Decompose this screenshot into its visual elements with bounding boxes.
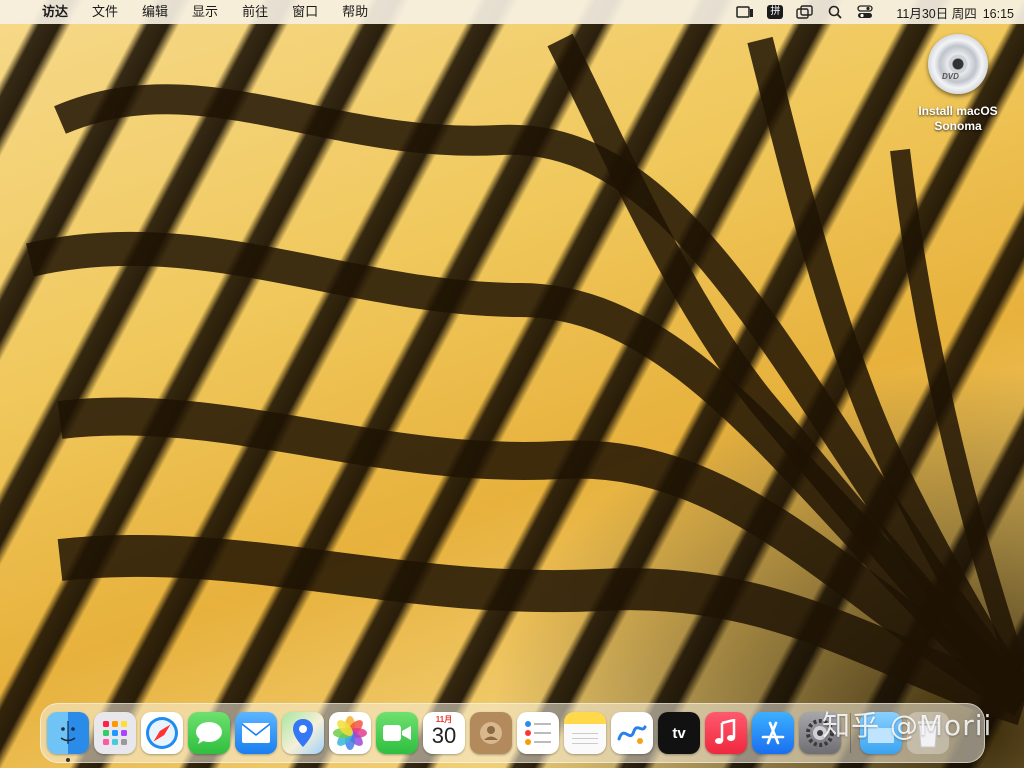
dock-maps[interactable]: [282, 712, 324, 754]
reminders-list-icon: [525, 721, 551, 745]
launchpad-grid-icon: [103, 721, 127, 745]
safari-compass-icon: [146, 717, 178, 749]
desktop-wallpaper: [0, 0, 1024, 768]
apple-menu-icon[interactable]: [0, 0, 36, 24]
menu-go[interactable]: 前往: [230, 0, 280, 24]
music-note-icon: [715, 719, 736, 744]
menu-file[interactable]: 文件: [80, 0, 130, 24]
dock-photos[interactable]: [329, 712, 371, 754]
spotlight-search-icon[interactable]: [822, 0, 848, 24]
video-camera-icon: [383, 725, 411, 741]
menu-window[interactable]: 窗口: [280, 0, 330, 24]
dvd-disc-icon: DVD: [928, 34, 988, 94]
apple-tv-logo: tv: [672, 724, 686, 742]
notes-lines-icon: [572, 733, 598, 744]
dock-messages[interactable]: [188, 712, 230, 754]
dock-music[interactable]: [705, 712, 747, 754]
app-store-a-icon: [761, 721, 785, 745]
clock-date: 11月30日 周四: [896, 6, 977, 21]
menu-help[interactable]: 帮助: [330, 0, 380, 24]
desktop-icon-install-macos[interactable]: DVD Install macOS Sonoma: [908, 34, 1008, 134]
finder-face-icon: [60, 721, 76, 744]
photos-flower-icon: [333, 716, 367, 750]
dock-calendar[interactable]: 11月 30: [423, 712, 465, 754]
envelope-icon: [241, 723, 271, 743]
desktop-icon-label: Install macOS Sonoma: [918, 104, 998, 133]
dock-finder[interactable]: [47, 712, 89, 762]
menubar-clock[interactable]: 11月30日 周四 16:15: [890, 3, 1014, 22]
dock-safari[interactable]: [141, 712, 183, 754]
input-method-icon[interactable]: 拼: [762, 0, 788, 24]
dock-facetime[interactable]: [376, 712, 418, 754]
dock-mail[interactable]: [235, 712, 277, 754]
window-switcher-icon[interactable]: [792, 0, 818, 24]
screen-mirroring-icon[interactable]: [732, 0, 758, 24]
dock-reminders[interactable]: [517, 712, 559, 754]
calendar-day: 30: [431, 723, 457, 748]
contacts-person-icon: [480, 722, 502, 744]
menu-edit[interactable]: 编辑: [130, 0, 180, 24]
message-bubble-icon: [196, 722, 222, 744]
dock-contacts[interactable]: [470, 712, 512, 754]
menu-bar: 访达 文件 编辑 显示 前往 窗口 帮助 拼 11月30日 周四 16:15: [0, 0, 1024, 24]
running-indicator: [66, 758, 70, 762]
menu-app-finder[interactable]: 访达: [36, 0, 80, 24]
dock-launchpad[interactable]: [94, 712, 136, 754]
map-pin-icon: [293, 719, 313, 747]
dock-notes[interactable]: [564, 712, 606, 754]
control-center-icon[interactable]: [852, 0, 878, 24]
clock-time: 16:15: [982, 6, 1014, 21]
dock-apple-tv[interactable]: tv: [658, 712, 700, 754]
menu-view[interactable]: 显示: [180, 0, 230, 24]
dock-app-store[interactable]: [752, 712, 794, 754]
dock-freeform[interactable]: [611, 712, 653, 754]
freeform-scribble-icon: [617, 725, 647, 744]
watermark-text: 知乎 @Morii: [822, 709, 993, 742]
